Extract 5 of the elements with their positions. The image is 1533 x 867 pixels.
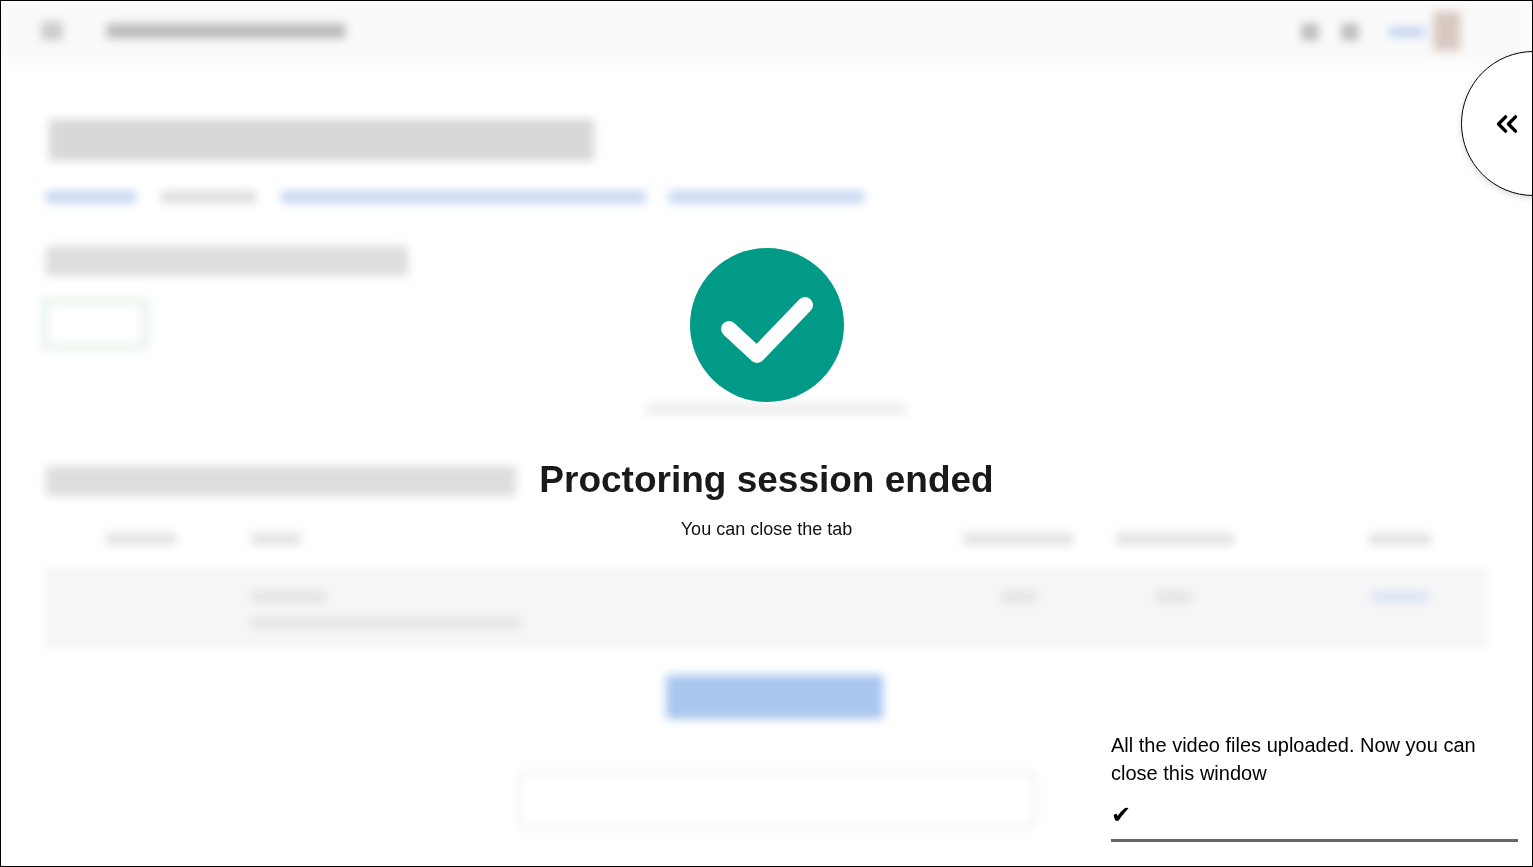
upload-message: All the video files uploaded. Now you can close this window: [1111, 733, 1477, 786]
upload-done-mark: ✔: [1111, 801, 1132, 829]
session-title: Proctoring session ended: [539, 459, 994, 501]
check-circle-icon: [688, 247, 845, 403]
session-subtitle: You can close the tab: [680, 519, 853, 540]
